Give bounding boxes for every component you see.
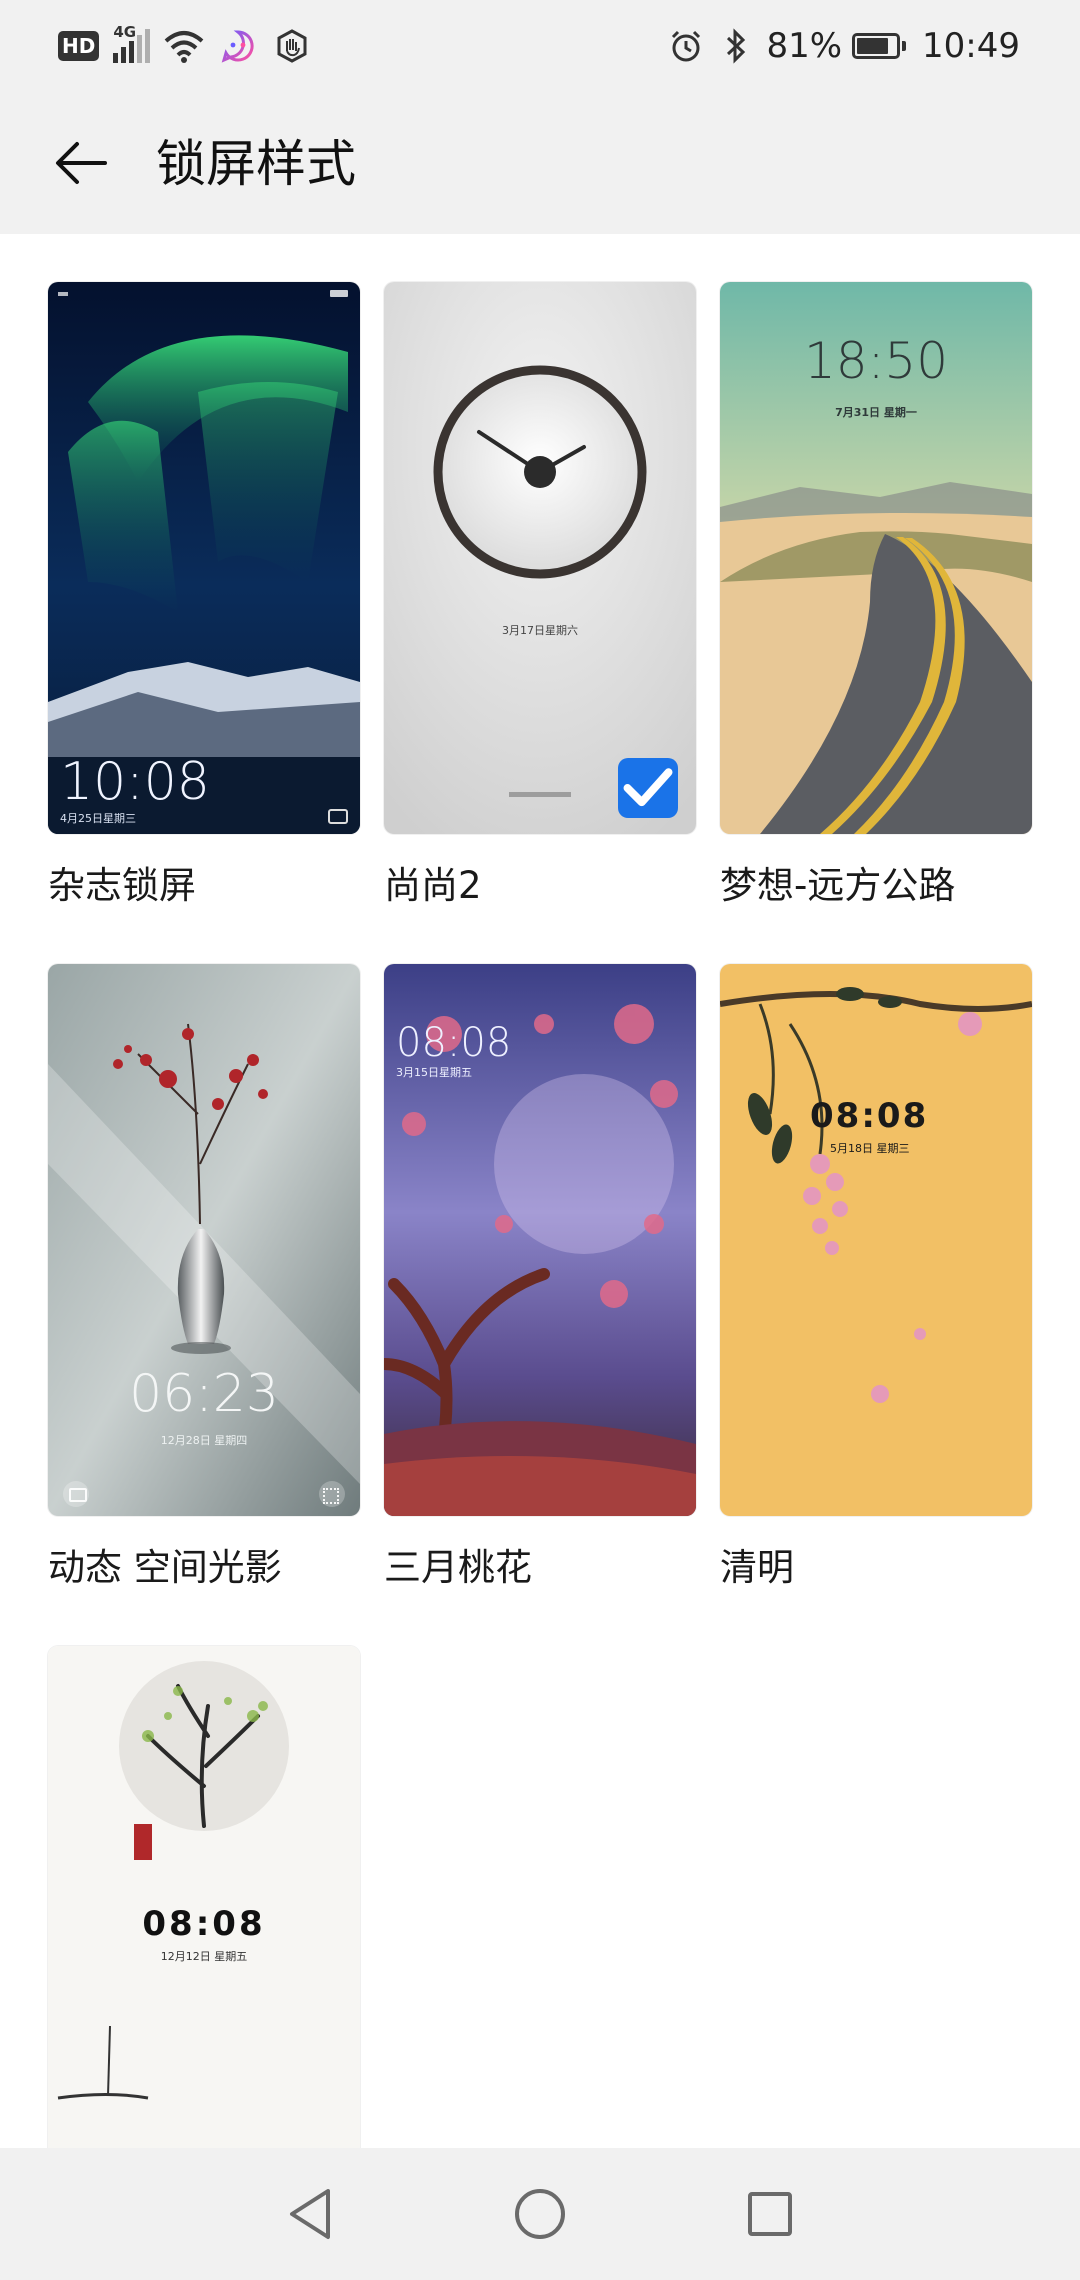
title-bar: 锁屏样式 xyxy=(0,92,1080,234)
style-card-ink-painting[interactable]: 08:08 12月12日 星期五 xyxy=(48,1646,360,2196)
lockscreen-style-grid: 10:08 4月25日星期三 杂志锁屏 3月17日星期六 尚尚2 18:50 7… xyxy=(48,282,1032,2196)
preview-time: 18:50 xyxy=(803,332,949,390)
bluetooth-icon xyxy=(716,26,756,66)
battery-icon xyxy=(852,33,907,59)
preview-time: 06:23 xyxy=(129,1364,279,1424)
arrow-left-icon xyxy=(56,142,107,184)
nav-back-button[interactable] xyxy=(275,2179,345,2249)
selected-badge xyxy=(618,758,678,818)
status-right: 81% 10:49 xyxy=(666,22,1020,70)
check-icon xyxy=(623,768,673,807)
preview-date: 7月31日 星期一 xyxy=(835,406,917,419)
clock: 10:49 xyxy=(922,26,1020,66)
navigation-bar xyxy=(0,2148,1080,2280)
style-preview[interactable]: 08:08 12月12日 星期五 xyxy=(48,1646,360,2166)
preview-time: 08:08 xyxy=(396,1020,512,1066)
style-label: 梦想-远方公路 xyxy=(720,864,956,907)
hd-icon: HD xyxy=(58,31,100,61)
style-card-shangshang2[interactable]: 3月17日星期六 尚尚2 xyxy=(384,282,696,908)
style-label: 尚尚2 xyxy=(384,864,482,907)
preview-date: 3月17日星期六 xyxy=(502,624,578,637)
preview-date: 4月25日星期三 xyxy=(60,812,136,825)
style-preview[interactable]: 08:08 3月15日星期五 xyxy=(384,964,696,1516)
style-preview[interactable]: 08:08 5月18日 星期三 xyxy=(720,964,1032,1516)
nav-home-button[interactable] xyxy=(505,2179,575,2249)
status-bar: HD 4G 81% 10:49 xyxy=(0,0,1080,92)
style-card-space-light[interactable]: 06:23 12月28日 星期四 动态 空间光影 xyxy=(48,964,360,1590)
style-preview[interactable]: 06:23 12月28日 星期四 xyxy=(48,964,360,1516)
triangle-back-icon xyxy=(290,2189,330,2239)
style-card-march-peach[interactable]: 08:08 3月15日星期五 三月桃花 xyxy=(384,964,696,1590)
preview-time: 08:08 xyxy=(142,1904,266,1944)
camera-icon xyxy=(69,1488,87,1502)
assistant-app-icon xyxy=(218,26,258,66)
status-left: HD 4G xyxy=(58,23,312,66)
page-title: 锁屏样式 xyxy=(156,135,356,193)
style-card-qingming[interactable]: 08:08 5月18日 星期三 清明 xyxy=(720,964,1032,1590)
style-card-dream-road[interactable]: 18:50 7月31日 星期一 梦想-远方公路 xyxy=(720,282,1032,908)
preview-date: 5月18日 星期三 xyxy=(830,1142,910,1155)
preview-date: 12月12日 星期五 xyxy=(160,1950,248,1963)
style-card-magazine[interactable]: 10:08 4月25日星期三 杂志锁屏 xyxy=(48,282,360,908)
signal-icon: 4G xyxy=(113,23,151,63)
alarm-icon xyxy=(666,26,706,66)
preview-date: 3月15日星期五 xyxy=(396,1066,472,1079)
style-label: 三月桃花 xyxy=(384,1546,532,1589)
preview-date: 12月28日 星期四 xyxy=(160,1434,248,1447)
back-button[interactable] xyxy=(46,128,116,198)
style-label: 清明 xyxy=(720,1546,794,1589)
camera-icon xyxy=(328,809,348,824)
battery-fill xyxy=(857,38,888,54)
style-preview[interactable]: 3月17日星期六 xyxy=(384,282,696,834)
style-preview[interactable]: 10:08 4月25日星期三 xyxy=(48,282,360,834)
style-label: 动态 空间光影 xyxy=(48,1546,282,1589)
wifi-icon xyxy=(164,26,204,66)
style-label: 杂志锁屏 xyxy=(48,864,196,907)
preview-time: 10:08 xyxy=(60,752,210,812)
battery-percent: 81% xyxy=(766,26,843,66)
style-preview[interactable]: 18:50 7月31日 星期一 xyxy=(720,282,1032,834)
hand-gesture-icon xyxy=(272,26,312,66)
network-type: 4G xyxy=(113,23,137,41)
preview-time: 08:08 xyxy=(810,1096,929,1136)
nav-recents-button[interactable] xyxy=(735,2179,805,2249)
circle-home-icon xyxy=(515,2189,565,2239)
apps-grid-icon xyxy=(323,1488,339,1504)
square-recents-icon xyxy=(748,2192,792,2236)
